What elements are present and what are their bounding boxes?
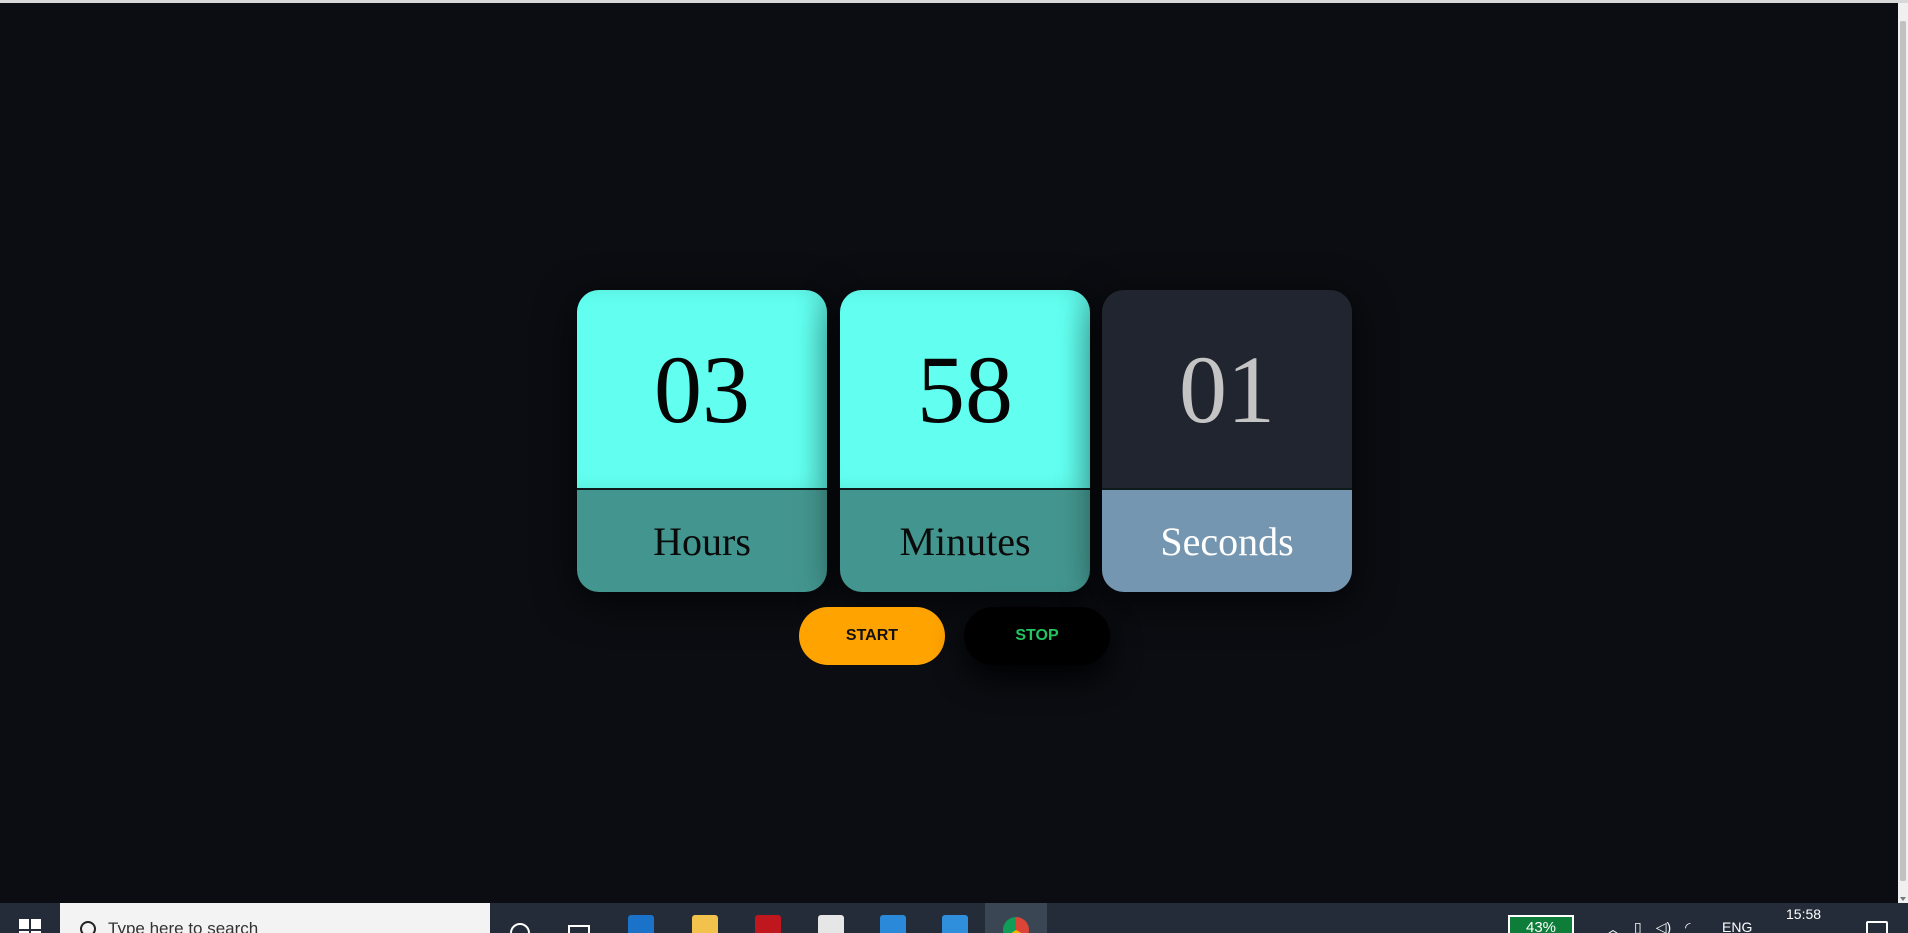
mail-icon[interactable]: [628, 915, 654, 933]
windows-start-button[interactable]: [0, 903, 60, 933]
system-tray[interactable]: ︿ ▯ ◁) ◜: [1606, 919, 1691, 933]
windows-taskbar: Type here to search 43% ︿ ▯ ◁) ◜ ENG 15:…: [0, 903, 1908, 933]
volume-icon[interactable]: ◁): [1656, 919, 1671, 933]
wifi-icon[interactable]: ◜: [1685, 919, 1690, 933]
device-icon[interactable]: ▯: [1634, 919, 1642, 933]
vscode-icon[interactable]: [942, 915, 968, 933]
scrollbar-thumb[interactable]: [1900, 21, 1906, 881]
stop-button[interactable]: STOP: [964, 607, 1110, 665]
store-icon[interactable]: [818, 915, 844, 933]
notification-icon[interactable]: [1866, 921, 1888, 933]
minutes-value: 58: [840, 290, 1090, 490]
seconds-card: 01 Seconds: [1102, 290, 1352, 592]
search-placeholder: Type here to search: [108, 919, 259, 933]
hours-card: 03 Hours: [577, 290, 827, 592]
windows-logo-icon: [19, 919, 41, 933]
hours-label: Hours: [577, 490, 827, 592]
taskbar-search-box[interactable]: Type here to search: [60, 903, 490, 933]
hours-value: 03: [577, 290, 827, 490]
mcafee-icon[interactable]: [755, 915, 781, 933]
seconds-value: 01: [1102, 290, 1352, 490]
task-view-icon[interactable]: [568, 925, 590, 933]
taskbar-clock[interactable]: 15:58: [1786, 906, 1821, 922]
scroll-down-icon[interactable]: [1900, 897, 1906, 901]
minutes-card: 58 Minutes: [840, 290, 1090, 592]
battery-indicator[interactable]: 43%: [1508, 915, 1574, 933]
file-explorer-icon[interactable]: [692, 915, 718, 933]
minutes-label: Minutes: [840, 490, 1090, 592]
search-icon: [80, 921, 96, 933]
cortana-icon[interactable]: [510, 923, 530, 933]
language-indicator[interactable]: ENG: [1722, 919, 1752, 933]
files-icon[interactable]: [880, 915, 906, 933]
chevron-up-icon[interactable]: ︿: [1606, 919, 1620, 933]
seconds-label: Seconds: [1102, 490, 1352, 592]
vertical-scrollbar[interactable]: [1898, 3, 1908, 903]
start-button[interactable]: START: [799, 607, 945, 665]
